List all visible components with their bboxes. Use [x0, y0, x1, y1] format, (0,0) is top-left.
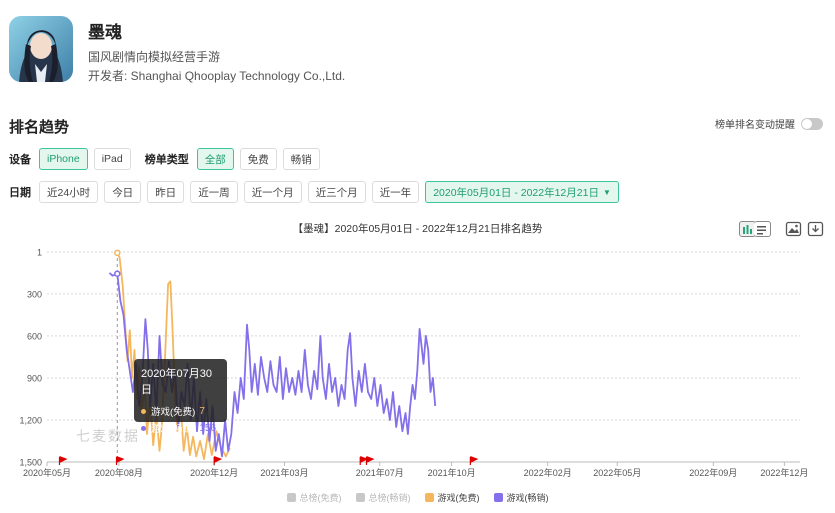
y-tick-label: 900: [27, 373, 42, 383]
y-tick-label: 600: [27, 331, 42, 341]
legend-item-overall-grossing[interactable]: 总榜(畅销): [355, 491, 411, 504]
x-tick-label: 2020年08月: [95, 467, 143, 478]
chart-tooltip: 2020年07月30日 游戏(免费) 7 游戏(畅销) 156: [134, 359, 227, 435]
tooltip-name-grossing: 游戏(畅销): [151, 424, 196, 435]
tooltip-row-grossing: 游戏(畅销) 156: [141, 421, 220, 435]
legend-swatch: [355, 493, 365, 502]
tooltip-value-grossing: 156: [199, 422, 217, 434]
chart-plot[interactable]: 1 300 600 900 1,200 1,5002020年05月 2020年08月 2020…: [0, 212, 835, 513]
x-tick-label: 2020年12月: [190, 467, 238, 478]
date-24h-button[interactable]: 近24小时: [39, 181, 99, 203]
legend-item-overall-free[interactable]: 总榜(免费): [286, 491, 342, 504]
tooltip-dot-free: [141, 408, 146, 414]
y-tick-label: 1: [37, 248, 42, 258]
y-tick-label: 1,200: [19, 415, 42, 425]
legend-swatch: [286, 493, 296, 502]
device-iphone-button[interactable]: iPhone: [39, 148, 88, 170]
app-developer: 开发者: Shanghai Qhooplay Technology Co.,Lt…: [88, 69, 346, 83]
x-tick-label: 2021年03月: [260, 467, 308, 478]
chart-type-label: 榜单类型: [144, 154, 189, 166]
legend-label: 总榜(免费): [299, 493, 342, 503]
rank-alert-label: 榜单排名变动提醒: [715, 120, 795, 131]
rank-alert-toggle[interactable]: 榜单排名变动提醒: [715, 116, 823, 131]
chart-type-grossing-button[interactable]: 畅销: [282, 148, 320, 170]
app-title: 墨魂: [88, 23, 122, 42]
highlight-point: [114, 249, 121, 257]
legend-swatch: [493, 493, 503, 502]
y-tick-label: 1,500: [19, 458, 42, 468]
x-tick-label: 2022年09月: [689, 467, 737, 478]
app-subtitle: 国风剧情向模拟经营手游: [88, 50, 221, 64]
filter-row-device: 设备 iPhone iPad 榜单类型 全部 免费 畅销: [9, 148, 326, 170]
legend-swatch: [424, 493, 434, 502]
date-month-button[interactable]: 近一个月: [243, 181, 302, 203]
chart-type-free-button[interactable]: 免费: [239, 148, 277, 170]
tooltip-date: 2020年07月30日: [141, 368, 212, 396]
watermark: 七麦数据: [76, 429, 140, 445]
toggle-knob: [802, 118, 812, 129]
legend-label: 总榜(畅销): [368, 493, 411, 503]
date-yesterday-button[interactable]: 昨日: [147, 181, 185, 203]
x-tick-label: 2022年05月: [593, 467, 641, 478]
date-today-button[interactable]: 今日: [104, 181, 142, 203]
caret-down-icon: ▼: [602, 187, 611, 197]
legend-label: 游戏(免费): [437, 493, 480, 503]
x-tick-label: 2022年02月: [524, 467, 572, 478]
highlight-point: [114, 270, 121, 277]
x-tick-label: 2021年10月: [428, 467, 476, 478]
toggle-switch[interactable]: [801, 117, 823, 130]
date-week-button[interactable]: 近一周: [190, 181, 238, 203]
date-3month-button[interactable]: 近三个月: [307, 181, 366, 203]
app-icon[interactable]: [9, 16, 73, 82]
date-range-value: 2020年05月01日 - 2022年12月21日: [433, 186, 599, 199]
x-tick-label: 2020年05月: [23, 467, 71, 478]
x-tick-label: 2022年12月: [760, 467, 808, 478]
rank-trend-chart: 【墨魂】2020年05月01日 - 2022年12月21日排名趋势 1 300 60…: [0, 212, 835, 513]
app-header: 墨魂 国风剧情向模拟经营手游 开发者: Shanghai Qhooplay Te…: [0, 0, 835, 100]
x-tick-label: 2021年07月: [356, 467, 404, 478]
date-range-picker[interactable]: 2020年05月01日 - 2022年12月21日 ▼: [425, 181, 619, 203]
app-icon-art: [9, 16, 73, 82]
filter-row-date: 日期 近24小时 今日 昨日 近一周 近一个月 近三个月 近一年 2020年05…: [9, 181, 625, 203]
date-year-button[interactable]: 近一年: [371, 181, 420, 203]
tooltip-row-free: 游戏(免费) 7: [141, 404, 220, 418]
y-tick-label: 300: [27, 289, 42, 299]
section-title: 排名趋势: [9, 119, 70, 136]
legend-item-game-grossing[interactable]: 游戏(畅销): [493, 491, 549, 504]
device-label: 设备: [9, 154, 31, 166]
device-ipad-button[interactable]: iPad: [93, 148, 131, 170]
tooltip-dot-grossing: [141, 425, 146, 431]
date-label: 日期: [9, 187, 31, 199]
tooltip-name-free: 游戏(免费): [151, 407, 196, 418]
legend-label: 游戏(畅销): [506, 493, 549, 503]
chart-legend: 总榜(免费) 总榜(畅销) 游戏(免费) 游戏(畅销): [0, 491, 835, 504]
chart-type-all-button[interactable]: 全部: [196, 148, 234, 170]
tooltip-value-free: 7: [199, 405, 205, 417]
legend-item-game-free[interactable]: 游戏(免费): [424, 491, 480, 504]
